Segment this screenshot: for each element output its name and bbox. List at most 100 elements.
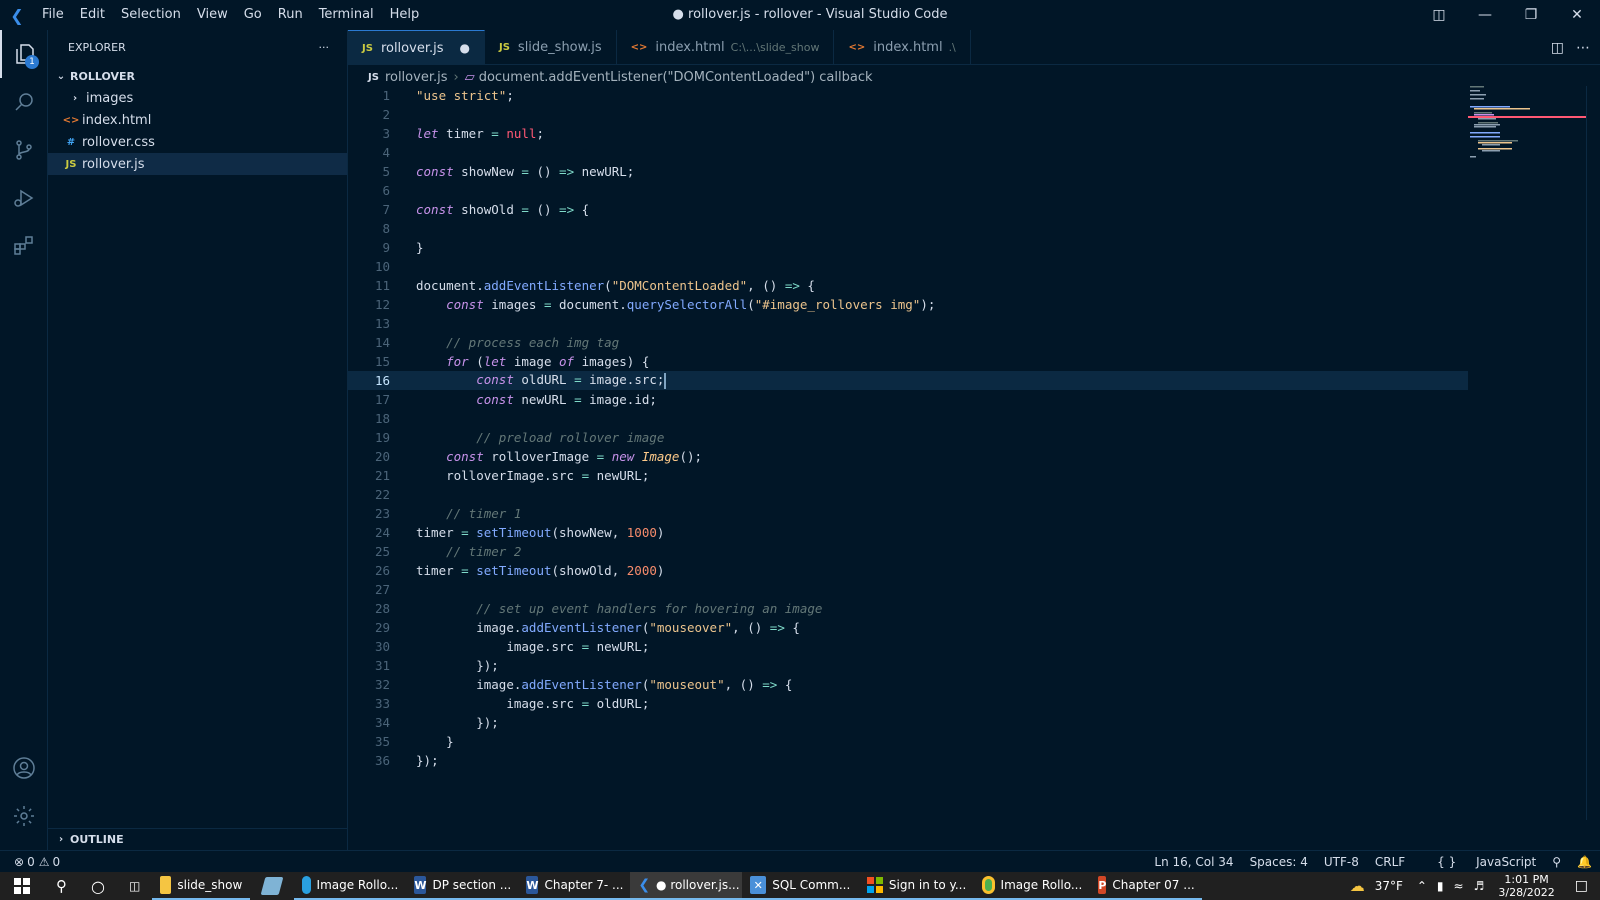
tree-item-rollover-css[interactable]: # rollover.css	[48, 131, 347, 153]
taskbar-item-chrome[interactable]: Image Rollo...	[974, 872, 1091, 900]
layout-icon[interactable]: ◫	[1416, 0, 1462, 30]
chevron-up-icon[interactable]: ⌃	[1417, 879, 1427, 893]
close-button[interactable]: ✕	[1554, 0, 1600, 30]
settings-gear-icon[interactable]	[0, 792, 48, 840]
code-line[interactable]: 24 timer = setTimeout(showNew, 1000)	[348, 523, 1468, 542]
notifications-icon[interactable]: □	[1575, 878, 1588, 894]
code-line[interactable]: 22	[348, 485, 1468, 504]
indentation[interactable]: Spaces: 4	[1250, 855, 1308, 869]
code-line[interactable]: 13	[348, 314, 1468, 333]
menu-go[interactable]: Go	[236, 0, 270, 30]
code-line[interactable]: 12 const images = document.querySelector…	[348, 295, 1468, 314]
tab-index-html-local[interactable]: <> index.html .\	[834, 30, 971, 65]
taskbar-item-sql[interactable]: ✕ SQL Comm...	[742, 872, 859, 900]
code-line[interactable]: 30 image.src = newURL;	[348, 637, 1468, 656]
breadcrumb-file[interactable]: rollover.js	[385, 70, 448, 85]
line-ending[interactable]: CRLF	[1375, 855, 1405, 869]
task-view-icon[interactable]: ◫	[117, 872, 152, 900]
code-line[interactable]: 2	[348, 105, 1468, 124]
menu-selection[interactable]: Selection	[113, 0, 189, 30]
menu-help[interactable]: Help	[382, 0, 428, 30]
code-line[interactable]: 31 });	[348, 656, 1468, 675]
code-line[interactable]: 36});	[348, 751, 1468, 770]
taskbar-item-vscode[interactable]: ❮ ● rollover.js...	[630, 872, 743, 900]
encoding[interactable]: UTF-8	[1324, 855, 1359, 869]
code-line[interactable]: 1 "use strict";	[348, 86, 1468, 105]
weather-icon[interactable]: ☁	[1350, 877, 1365, 895]
restore-button[interactable]: ❐	[1508, 0, 1554, 30]
code-line[interactable]: 21 rolloverImage.src = newURL;	[348, 466, 1468, 485]
menu-edit[interactable]: Edit	[72, 0, 113, 30]
wifi-icon[interactable]: ≈	[1454, 879, 1464, 893]
account-icon[interactable]	[0, 744, 48, 792]
code-line[interactable]: 35 }	[348, 732, 1468, 751]
explorer-icon[interactable]: 1	[0, 30, 48, 78]
code-line[interactable]: 33 image.src = oldURL;	[348, 694, 1468, 713]
source-control-icon[interactable]	[0, 126, 48, 174]
code-line[interactable]: 25 // timer 2	[348, 542, 1468, 561]
unsaved-dot-icon[interactable]: ●	[460, 41, 470, 55]
taskbar-item-word-chapter[interactable]: W Chapter 7- ...	[518, 872, 631, 900]
taskbar-item-edge[interactable]: Image Rollo...	[294, 872, 407, 900]
code-editor[interactable]: 1 "use strict"; 2 3 let timer = null; 4 5 const…	[348, 86, 1468, 820]
code-line[interactable]: 16 const oldURL = image.src;	[348, 371, 1468, 390]
tab-slide-show-js[interactable]: JS slide_show.js	[485, 30, 617, 65]
code-line[interactable]: 3 let timer = null;	[348, 124, 1468, 143]
tab-rollover-js[interactable]: JS rollover.js ●	[348, 30, 485, 65]
tree-item-images[interactable]: › images	[48, 87, 347, 109]
problems-indicator[interactable]: ⊗ 0 ⚠ 0	[0, 855, 60, 869]
code-line[interactable]: 8	[348, 219, 1468, 238]
menu-terminal[interactable]: Terminal	[311, 0, 382, 30]
clock[interactable]: 1:01 PM 3/28/2022	[1498, 873, 1554, 899]
code-line[interactable]: 34 });	[348, 713, 1468, 732]
windows-start-icon[interactable]	[0, 872, 44, 900]
tab-index-html-slide-show[interactable]: <> index.html C:\...\slide_show	[617, 30, 835, 65]
code-line[interactable]: 28 // set up event handlers for hovering…	[348, 599, 1468, 618]
tree-item-rollover-js[interactable]: JS rollover.js	[48, 153, 347, 175]
menu-run[interactable]: Run	[270, 0, 311, 30]
code-line[interactable]: 11 document.addEventListener("DOMContentL…	[348, 276, 1468, 295]
taskbar-item-sign-in[interactable]: Sign in to y...	[858, 872, 975, 900]
code-line[interactable]: 29 image.addEventListener("mouseover", (…	[348, 618, 1468, 637]
taskbar-item-notepad[interactable]	[250, 872, 294, 900]
code-line[interactable]: 26 timer = setTimeout(showOld, 2000)	[348, 561, 1468, 580]
taskbar-item-word-dp[interactable]: W DP section ...	[406, 872, 519, 900]
more-actions-icon[interactable]: ⋯	[1576, 40, 1590, 56]
vertical-scrollbar[interactable]	[1586, 86, 1600, 820]
outline-section[interactable]: › OUTLINE	[48, 828, 348, 850]
bell-icon[interactable]: 🔔	[1577, 855, 1592, 869]
code-line[interactable]: 15 for (let image of images) {	[348, 352, 1468, 371]
code-line[interactable]: 14 // process each img tag	[348, 333, 1468, 352]
code-line[interactable]: 17 const newURL = image.id;	[348, 390, 1468, 409]
tree-item-index-html[interactable]: <> index.html	[48, 109, 347, 131]
code-line[interactable]: 20 const rolloverImage = new Image();	[348, 447, 1468, 466]
volume-icon[interactable]: ♬	[1474, 879, 1485, 893]
code-line[interactable]: 5 const showNew = () => newURL;	[348, 162, 1468, 181]
cortana-icon[interactable]: ○	[79, 872, 117, 900]
more-actions-button[interactable]: ···	[319, 41, 330, 54]
menu-view[interactable]: View	[189, 0, 236, 30]
code-line[interactable]: 7 const showOld = () => {	[348, 200, 1468, 219]
code-line[interactable]: 32 image.addEventListener("mouseout", ()…	[348, 675, 1468, 694]
search-icon[interactable]	[0, 78, 48, 126]
taskbar-item-slide-show[interactable]: slide_show	[152, 872, 251, 900]
minimap[interactable]	[1468, 86, 1586, 820]
code-line[interactable]: 4	[348, 143, 1468, 162]
extensions-icon[interactable]	[0, 222, 48, 270]
run-debug-icon[interactable]	[0, 174, 48, 222]
code-line[interactable]: 19 // preload rollover image	[348, 428, 1468, 447]
language-mode[interactable]: { } JavaScript	[1421, 855, 1536, 869]
menu-file[interactable]: File	[34, 0, 72, 30]
minimize-button[interactable]: —	[1462, 0, 1508, 30]
search-icon[interactable]: ⚲	[44, 872, 79, 900]
code-line[interactable]: 10	[348, 257, 1468, 276]
taskbar-item-powerpoint[interactable]: P Chapter 07 ...	[1090, 872, 1203, 900]
code-line[interactable]: 9}	[348, 238, 1468, 257]
code-line[interactable]: 18	[348, 409, 1468, 428]
weather-temp[interactable]: 37°F	[1375, 879, 1403, 893]
feedback-icon[interactable]: ⚲	[1552, 855, 1561, 869]
code-line[interactable]: 6	[348, 181, 1468, 200]
code-line[interactable]: 23 // timer 1	[348, 504, 1468, 523]
code-line[interactable]: 27	[348, 580, 1468, 599]
folder-header[interactable]: ⌄ ROLLOVER	[48, 65, 347, 87]
